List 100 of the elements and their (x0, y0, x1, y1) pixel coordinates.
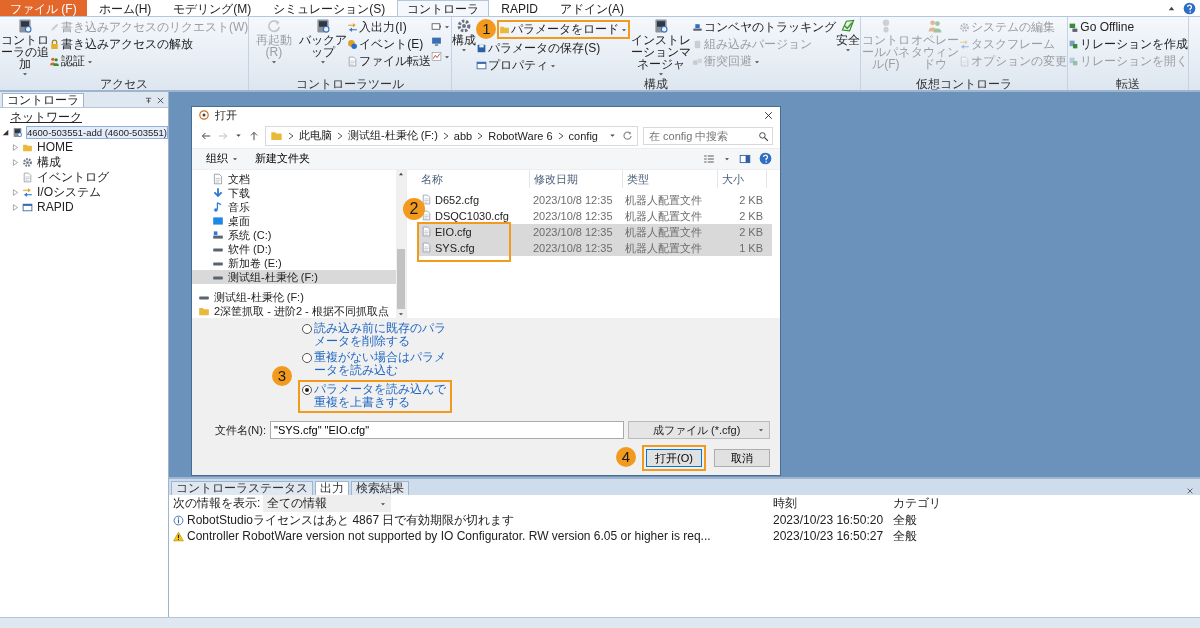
log-time: 2023/10/23 16:50:20 (773, 513, 885, 527)
ribbon-tab[interactable]: シミュレーション(S) (263, 0, 396, 16)
tree-item[interactable]: イベントログ (36, 171, 110, 184)
panel-tab[interactable]: コントローラ (2, 93, 84, 107)
file-name: DSQC1030.cfg (435, 210, 509, 222)
ribbon-button[interactable]: バックアップ (298, 18, 348, 66)
group-label: 構成 (644, 78, 669, 90)
ribbon-button[interactable]: 認証 (49, 54, 249, 69)
ribbon-button[interactable]: Go Offline (1068, 20, 1189, 35)
column-header[interactable]: 修改日期 (530, 170, 623, 188)
ribbon-button[interactable]: パラメータをロード (499, 22, 629, 37)
dialog-title: 打开 (215, 107, 237, 123)
panel-tab[interactable]: 検索結果 (351, 481, 409, 495)
nav-item[interactable]: 新加卷 (E:) (192, 256, 396, 270)
filter-dropdown[interactable]: 全ての情報 (263, 495, 392, 512)
group-label: 仮想コントローラ (916, 78, 1013, 90)
nav-item[interactable]: 测试组-杜秉伦 (F:) (192, 270, 396, 284)
group-label: アクセス (100, 78, 149, 90)
nav-item[interactable]: 系统 (C:) (192, 228, 396, 242)
file-type: 机器人配置文件 (624, 192, 703, 208)
step-marker: 4 (616, 447, 636, 467)
ribbon-button[interactable]: 構成 (452, 18, 477, 54)
file-type: 机器人配置文件 (624, 224, 703, 240)
breadcrumb-item[interactable]: 此电脑 (299, 128, 332, 143)
column-header[interactable]: 类型 (623, 170, 718, 188)
search-field[interactable]: 在 config 中搜索 (642, 126, 773, 145)
field-label: 文件名(N): (213, 422, 266, 438)
breadcrumb-item[interactable]: RobotWare 6 (488, 129, 553, 142)
filter-label: 次の情報を表示: (173, 495, 261, 512)
group-label: コントローラツール (296, 78, 405, 90)
ribbon-button[interactable]: インストレーションマネージャ (630, 18, 693, 78)
file-name: EIO.cfg (435, 226, 472, 238)
file-size: 2 KB (738, 194, 764, 206)
radio-option[interactable]: 読み込み前に既存のパラメータを削除する (302, 322, 448, 348)
file-date: 2023/10/8 12:35 (532, 194, 614, 206)
log-message: RobotStudioライセンスはあと 4867 日で有効期限が切れます (187, 511, 515, 529)
tree-item[interactable]: HOME (36, 141, 74, 154)
log-category: 全般 (893, 527, 918, 545)
tree-item[interactable]: 構成 (36, 156, 62, 169)
file-name: D652.cfg (435, 194, 480, 206)
nav-item[interactable]: 软件 (D:) (192, 242, 396, 256)
column-header[interactable]: カテゴリ (893, 495, 973, 512)
tree-item[interactable]: RAPID (36, 201, 75, 214)
toolbar-button[interactable]: 组织 (202, 151, 243, 167)
address-bar[interactable]: 此电脑 测试组-杜秉伦 (F:) abb RobotWare 6 config (265, 125, 638, 146)
column-header[interactable]: 時刻 (773, 495, 893, 512)
breadcrumb-item[interactable]: abb (453, 129, 473, 142)
ribbon-button[interactable]: 入出力(I) (347, 20, 432, 35)
file-row[interactable]: SYS.cfg 2023/10/8 12:35 机器人配置文件 1 KB (417, 240, 772, 256)
file-type: 机器人配置文件 (624, 240, 703, 256)
radio-option[interactable]: パラメータを読み込んで重複を上書きする (302, 383, 448, 409)
ribbon-button[interactable]: コントローラの追加 (0, 18, 49, 78)
log-time: 2023/10/23 16:50:27 (773, 529, 885, 543)
ribbon-tab[interactable]: コントローラ (397, 0, 490, 16)
group-label: 転送 (1116, 78, 1141, 90)
ribbon-tab[interactable]: アドイン(A) (550, 0, 634, 16)
tree-item[interactable]: 4600-503551-add (4600-503551) (26, 126, 168, 139)
nav-item[interactable]: 文档 (192, 172, 396, 186)
ribbon-button[interactable]: イベント(E) (347, 37, 432, 52)
log-category: 全般 (893, 511, 918, 529)
ribbon-button[interactable]: コンベヤのトラッキング (692, 20, 837, 35)
radio-option[interactable]: 重複がない場合はパラメータを読み込む (302, 351, 448, 377)
file-date: 2023/10/8 12:35 (532, 242, 614, 254)
breadcrumb-item[interactable]: config (568, 129, 598, 142)
file-date: 2023/10/8 12:35 (532, 226, 614, 238)
tree-item[interactable]: I/Oシステム (36, 186, 102, 199)
dialog-button[interactable]: 取消 (714, 449, 770, 467)
file-size: 1 KB (738, 242, 764, 254)
dialog-button[interactable]: 打开(O) (646, 449, 702, 467)
filename-field[interactable]: "SYS.cfg" "EIO.cfg" (270, 421, 624, 439)
file-date: 2023/10/8 12:35 (532, 210, 614, 222)
ribbon-tab[interactable]: モデリング(M) (163, 0, 262, 16)
column-header[interactable]: 大小 (718, 170, 767, 188)
file-type-dropdown[interactable]: 成ファイル (*.cfg) (628, 421, 770, 439)
column-header[interactable]: 名称 (417, 170, 530, 188)
ribbon-button[interactable]: 安全 (836, 18, 861, 54)
ribbon-tab[interactable]: ホーム(H) (88, 0, 162, 16)
file-size: 2 KB (738, 226, 764, 238)
nav-item[interactable]: 2深筐抓取 - 进阶2 - 根据不同抓取点 (192, 304, 396, 318)
ribbon-button[interactable]: ファイル転送 (347, 54, 432, 69)
ribbon-button[interactable]: プロパティ (476, 58, 631, 73)
panel-tab[interactable]: コントローラステータス (171, 481, 313, 495)
breadcrumb-item[interactable]: 测试组-杜秉伦 (F:) (348, 128, 438, 143)
nav-item[interactable]: 音乐 (192, 200, 396, 214)
ribbon-button[interactable]: 書き込みアクセスの解放 (49, 37, 249, 52)
ribbon-button[interactable]: リレーションを作成 (1068, 37, 1189, 52)
panel-tab[interactable]: 出力 (315, 481, 349, 495)
toolbar-button[interactable]: 新建文件夹 (251, 151, 314, 167)
file-type: 机器人配置文件 (624, 208, 703, 224)
nav-item[interactable]: 测试组-杜秉伦 (F:) (192, 290, 396, 304)
ribbon-button[interactable]: パラメータの保存(S) (476, 41, 631, 56)
ribbon-tab[interactable]: RAPID (491, 0, 548, 16)
log-message: Controller RobotWare version not supported by IO Configurator. RW version 6.05 or higher is req... (187, 529, 711, 543)
step-marker: 1 (476, 19, 497, 39)
nav-item[interactable]: 下载 (192, 186, 396, 200)
file-name: SYS.cfg (435, 242, 475, 254)
tree-item[interactable]: ネットワーク (10, 109, 82, 126)
step-marker: 3 (272, 366, 292, 386)
nav-item[interactable]: 桌面 (192, 214, 396, 228)
file-row[interactable]: EIO.cfg 2023/10/8 12:35 机器人配置文件 2 KB (417, 224, 772, 240)
